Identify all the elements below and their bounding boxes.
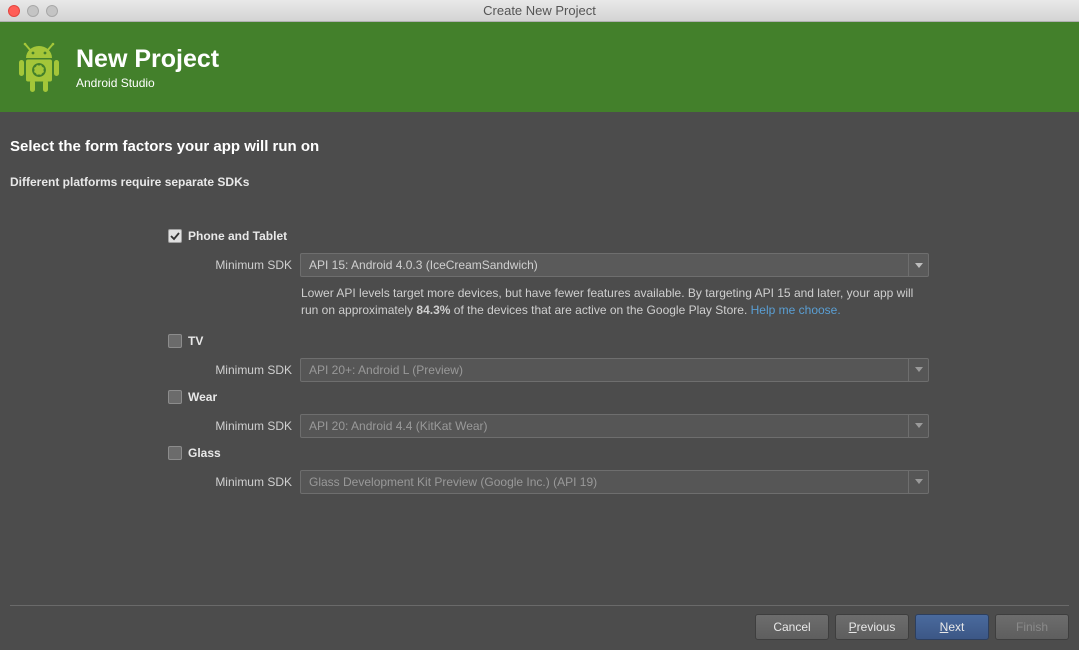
header-title: New Project xyxy=(76,45,219,74)
checkbox-row-glass: Glass xyxy=(168,446,929,460)
button-bar: Cancel Previous Next Finish xyxy=(10,605,1069,640)
sdk-row-tv: Minimum SDK API 20+: Android L (Preview) xyxy=(168,358,929,382)
next-button[interactable]: Next xyxy=(915,614,989,640)
dropdown-value: API 15: Android 4.0.3 (IceCreamSandwich) xyxy=(309,258,538,272)
sdk-row-phone: Minimum SDK API 15: Android 4.0.3 (IceCr… xyxy=(168,253,929,277)
sdk-label-wear: Minimum SDK xyxy=(168,419,292,433)
traffic-lights xyxy=(8,5,58,17)
phone-tablet-group: Phone and Tablet Minimum SDK API 15: And… xyxy=(168,229,929,320)
checkbox-label-tv: TV xyxy=(188,334,203,348)
sdk-dropdown-tv[interactable]: API 20+: Android L (Preview) xyxy=(300,358,929,382)
checkbox-label-glass: Glass xyxy=(188,446,221,460)
checkbox-row-phone: Phone and Tablet xyxy=(168,229,929,243)
header-text: New Project Android Studio xyxy=(76,45,219,90)
checkbox-label-wear: Wear xyxy=(188,390,217,404)
checkbox-tv[interactable] xyxy=(168,334,182,348)
chevron-down-icon xyxy=(908,359,928,381)
sdk-row-glass: Minimum SDK Glass Development Kit Previe… xyxy=(168,470,929,494)
section-title: Select the form factors your app will ru… xyxy=(10,138,1069,155)
chevron-down-icon xyxy=(908,471,928,493)
sdk-label-glass: Minimum SDK xyxy=(168,475,292,489)
help-me-choose-link[interactable]: Help me choose. xyxy=(751,303,841,317)
previous-button[interactable]: Previous xyxy=(835,614,909,640)
android-icon xyxy=(16,40,62,94)
sdk-dropdown-glass[interactable]: Glass Development Kit Preview (Google In… xyxy=(300,470,929,494)
dropdown-value: API 20+: Android L (Preview) xyxy=(309,363,463,377)
tv-group: TV Minimum SDK API 20+: Android L (Previ… xyxy=(168,334,929,382)
dropdown-value: API 20: Android 4.4 (KitKat Wear) xyxy=(309,419,488,433)
sdk-label-phone: Minimum SDK xyxy=(168,258,292,272)
sdk-dropdown-phone[interactable]: API 15: Android 4.0.3 (IceCreamSandwich) xyxy=(300,253,929,277)
wizard-header: New Project Android Studio xyxy=(0,22,1079,112)
wear-group: Wear Minimum SDK API 20: Android 4.4 (Ki… xyxy=(168,390,929,438)
finish-button: Finish xyxy=(995,614,1069,640)
checkbox-glass[interactable] xyxy=(168,446,182,460)
header-subtitle: Android Studio xyxy=(76,76,219,90)
checkbox-phone-tablet[interactable] xyxy=(168,229,182,243)
sdk-row-wear: Minimum SDK API 20: Android 4.4 (KitKat … xyxy=(168,414,929,438)
checkbox-wear[interactable] xyxy=(168,390,182,404)
checkbox-label-phone: Phone and Tablet xyxy=(188,229,287,243)
wizard-content: Select the form factors your app will ru… xyxy=(0,112,1079,650)
sdk-label-tv: Minimum SDK xyxy=(168,363,292,377)
chevron-down-icon xyxy=(908,415,928,437)
window-title: Create New Project xyxy=(8,3,1071,18)
glass-group: Glass Minimum SDK Glass Development Kit … xyxy=(168,446,929,494)
section-subtitle: Different platforms require separate SDK… xyxy=(10,175,1069,189)
maximize-window-button[interactable] xyxy=(46,5,58,17)
chevron-down-icon xyxy=(908,254,928,276)
checkbox-row-tv: TV xyxy=(168,334,929,348)
sdk-dropdown-wear[interactable]: API 20: Android 4.4 (KitKat Wear) xyxy=(300,414,929,438)
minimize-window-button[interactable] xyxy=(27,5,39,17)
dropdown-value: Glass Development Kit Preview (Google In… xyxy=(309,475,597,489)
cancel-button[interactable]: Cancel xyxy=(755,614,829,640)
help-text-phone: Lower API levels target more devices, bu… xyxy=(301,285,929,320)
checkbox-row-wear: Wear xyxy=(168,390,929,404)
close-window-button[interactable] xyxy=(8,5,20,17)
form-factors-area: Phone and Tablet Minimum SDK API 15: And… xyxy=(168,229,929,502)
window-titlebar: Create New Project xyxy=(0,0,1079,22)
